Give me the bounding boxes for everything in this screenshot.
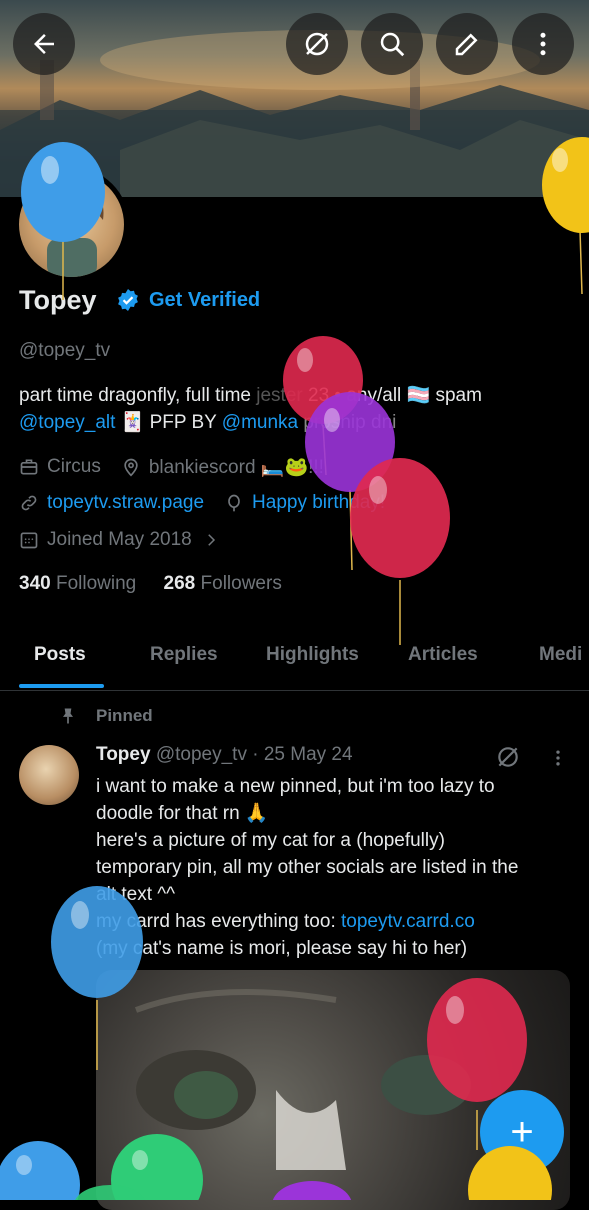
profile-category: Circus [47,456,101,477]
post-line: alt text ^^ [96,884,176,905]
more-icon [540,32,546,56]
post-line: temporary pin, all my other socials are … [96,857,519,878]
chevron-right-icon [207,534,215,546]
pinned-label: Pinned [96,706,153,725]
profile-meta-row-2: topeytv.straw.page Happy birthday! [19,492,385,514]
edit-button[interactable] [436,13,498,75]
cat-photo [134,989,471,1170]
bio-text: part time dragonfly, full time [19,385,257,406]
following-label: Following [55,573,137,594]
post-line-text: my carrd has everything too: [96,911,341,932]
arrow-left-icon [34,34,54,54]
profile-meta-row-1: Circus blankiescord 🛏️🐸!!! [19,455,324,479]
tab-highlights[interactable]: Highlights [266,644,359,666]
post-image-cat[interactable] [96,970,570,1210]
calendar-icon [20,532,38,549]
post-line: my carrd has everything too: topeytv.car… [96,908,576,935]
grok-button[interactable] [286,13,348,75]
balloon-red-meta [350,458,450,645]
mention-link[interactable]: @munka [222,412,298,433]
bio-text: jester [256,385,303,406]
profile-bio: part time dragonfly, full time jester 23… [19,382,579,436]
tab-articles[interactable]: Articles [408,644,478,666]
bio-line-2: @topey_alt 🃏 PFP BY @munka proship dni [19,409,579,436]
briefcase-icon [20,459,38,475]
grok-icon[interactable] [495,744,521,770]
post-line: doodle for that rn 🙏 [96,803,269,824]
profile-website[interactable]: topeytv.straw.page [47,492,204,514]
profile-location: blankiescord 🛏️🐸!!! [148,457,324,478]
bio-text: 23 • any/all 🏳️‍⚧️ spam [302,385,482,406]
search-icon [380,32,405,57]
balloon-icon [228,494,240,512]
carrd-link[interactable]: topeytv.carrd.co [341,911,475,932]
post-author-name[interactable]: Topey [96,744,151,765]
tab-media[interactable]: Medi [539,644,582,666]
compose-button[interactable]: + [480,1090,564,1174]
bio-line-1: part time dragonfly, full time jester 23… [19,382,579,409]
profile-name: Topey [19,285,97,315]
balloon-blue-bottom [0,1141,80,1200]
edit-icon [455,33,478,56]
following-count: 340 [19,573,51,594]
post-line: here's a picture of my cat for a (hopefu… [96,830,445,851]
link-icon [21,495,37,511]
grok-icon [305,32,329,56]
get-verified-link[interactable]: Get Verified [149,289,260,312]
post-header: Topey @topey_tv · 25 May 24 [96,744,353,766]
profile-birthday[interactable]: Happy birthday! [252,492,385,514]
bio-text: proship dni [298,412,397,433]
followers-count: 268 [163,573,196,594]
post-line: i want to make a new pinned, but i'm too… [96,776,495,797]
profile-stats: 340 Following 268 Followers [19,573,282,595]
avatar-drawing [41,185,104,277]
bio-text: 🃏 PFP BY [115,412,222,433]
tab-posts[interactable]: Posts [34,644,86,666]
more-button[interactable] [512,13,574,75]
profile-joined: Joined May 2018 [47,529,192,550]
profile-meta-row-3[interactable]: Joined May 2018 [19,529,228,551]
post-more-icon[interactable] [548,747,568,769]
followers-label: Followers [200,573,282,594]
post-author-avatar[interactable] [19,745,79,805]
profile-avatar[interactable] [14,167,129,282]
avatar-image [19,172,124,277]
back-button[interactable] [13,13,75,75]
active-tab-indicator [19,684,104,688]
post-line: (my cat's name is mori, please say hi to… [96,938,468,959]
mention-link[interactable]: @topey_alt [19,412,115,433]
location-icon [124,458,138,477]
search-button[interactable] [361,13,423,75]
profile-tabs: Posts Replies Highlights Articles Medi [0,638,589,691]
compose-plus-icon: + [510,1109,534,1154]
tab-replies[interactable]: Replies [150,644,218,666]
pin-icon [63,708,73,724]
verified-badge-icon[interactable] [116,288,140,312]
profile-handle: @topey_tv [19,340,111,361]
post-text: i want to make a new pinned, but i'm too… [96,773,576,962]
post-handle-date: @topey_tv · 25 May 24 [155,744,353,765]
followers-link[interactable]: 268 Followers [164,573,282,594]
following-link[interactable]: 340 Following [19,573,136,594]
